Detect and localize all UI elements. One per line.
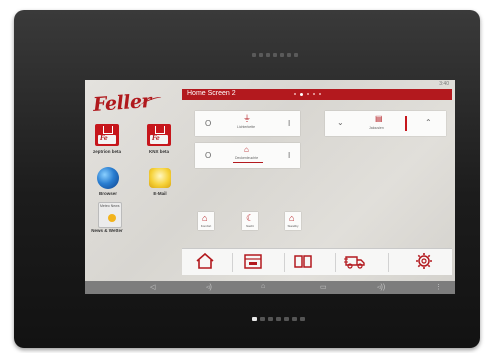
mail-icon[interactable]	[149, 168, 171, 188]
light-fixture-icon[interactable]: ⏚	[243, 113, 251, 124]
feller-home-app-icon: Fe	[95, 124, 119, 146]
scene-label: Komfort	[200, 224, 212, 228]
status-clock: 3:40	[439, 81, 449, 87]
bezel-indicator-leds	[252, 317, 305, 321]
recents-icon[interactable]: ▭	[320, 283, 327, 291]
menu-dots-icon[interactable]: ⋮	[435, 283, 442, 291]
scene-button-komfort[interactable]: ⌂ Komfort	[198, 212, 214, 230]
ceiling-lamp-icon[interactable]: ⌂	[244, 145, 249, 154]
sun-icon	[108, 214, 116, 222]
gear-icon[interactable]	[415, 252, 433, 270]
book-icon[interactable]	[293, 252, 313, 270]
active-indicator	[233, 162, 263, 163]
bottom-navigation-bar	[182, 248, 452, 275]
blind-up-button[interactable]: ⌃	[425, 118, 432, 127]
moon-icon: ☾	[246, 213, 255, 223]
house-icon: ⌂	[202, 213, 208, 223]
page-indicator[interactable]	[294, 92, 321, 96]
globe-icon[interactable]	[97, 167, 119, 189]
app-label: zeptrion beta	[92, 149, 121, 154]
volume-down-icon[interactable]: ◃)	[206, 283, 212, 291]
scene-button-standby[interactable]: ⌂ Standby	[285, 212, 301, 230]
light-card-deckenleuchte: O ⌂ Deckenleuchte I	[195, 143, 300, 168]
back-arrow-icon[interactable]: ◁	[150, 283, 155, 291]
blinds-icon[interactable]: ▤	[375, 114, 383, 123]
page-dot[interactable]	[313, 93, 315, 95]
delivery-truck-icon[interactable]	[344, 252, 366, 270]
nav-divider	[284, 253, 285, 272]
light-label: Lichterkette	[237, 125, 256, 129]
system-navigation-bar: ◁ ◃) ⌂ ▭ ◃)) ⋮	[85, 281, 455, 294]
app-label: Browser	[98, 191, 117, 196]
light-off-button[interactable]: O	[205, 119, 211, 128]
feller-home-app-icon: Fe	[147, 124, 171, 146]
app-label: KNX beta	[148, 149, 169, 154]
volume-up-icon[interactable]: ◃))	[377, 283, 385, 291]
blind-down-button[interactable]: ⌄	[337, 118, 344, 127]
house-outline-icon: ⌂	[289, 213, 295, 223]
light-on-button[interactable]: I	[288, 151, 290, 160]
page-dot-active[interactable]	[300, 92, 303, 96]
app-label: News & Wetter	[91, 228, 123, 233]
blind-label: Jalousien	[369, 126, 384, 130]
page-title: Home Screen 2	[187, 90, 236, 97]
home-outline-icon[interactable]: ⌂	[261, 283, 265, 290]
status-bar: 3:40	[85, 80, 455, 88]
app-knx-beta[interactable]: Fe	[147, 124, 171, 146]
calendar-icon[interactable]	[243, 252, 263, 270]
home-icon[interactable]	[195, 252, 215, 270]
app-zeptrion-beta[interactable]: Fe	[95, 124, 119, 146]
weather-icon[interactable]: Meteo News	[98, 202, 122, 228]
page-dot[interactable]	[307, 93, 309, 95]
scene-button-nacht[interactable]: ☾ Nacht	[242, 212, 258, 230]
page-dot[interactable]	[319, 93, 321, 95]
app-label: E-Mail	[153, 191, 167, 196]
blind-position-marker	[405, 116, 407, 131]
light-card-lichterkette: O ⏚ Lichterkette I	[195, 111, 300, 136]
weather-widget-caption: Meteo News	[100, 204, 120, 208]
touch-screen: 3:40 Feller Fe zeptrion beta Fe KNX beta…	[85, 80, 455, 294]
home-screen-header: Home Screen 2	[182, 89, 452, 100]
nav-divider	[232, 253, 233, 272]
scene-label: Nacht	[246, 224, 254, 228]
proximity-sensor	[252, 53, 298, 57]
light-on-button[interactable]: I	[288, 119, 290, 128]
light-off-button[interactable]: O	[205, 151, 211, 160]
nav-divider	[388, 253, 389, 272]
light-label: Deckenleuchte	[235, 156, 259, 160]
nav-divider	[335, 253, 336, 272]
blind-card-jalousien: ⌄ ▤ Jalousien ⌃	[325, 111, 446, 136]
page-dot[interactable]	[294, 93, 296, 95]
scene-label: Standby	[287, 224, 299, 228]
